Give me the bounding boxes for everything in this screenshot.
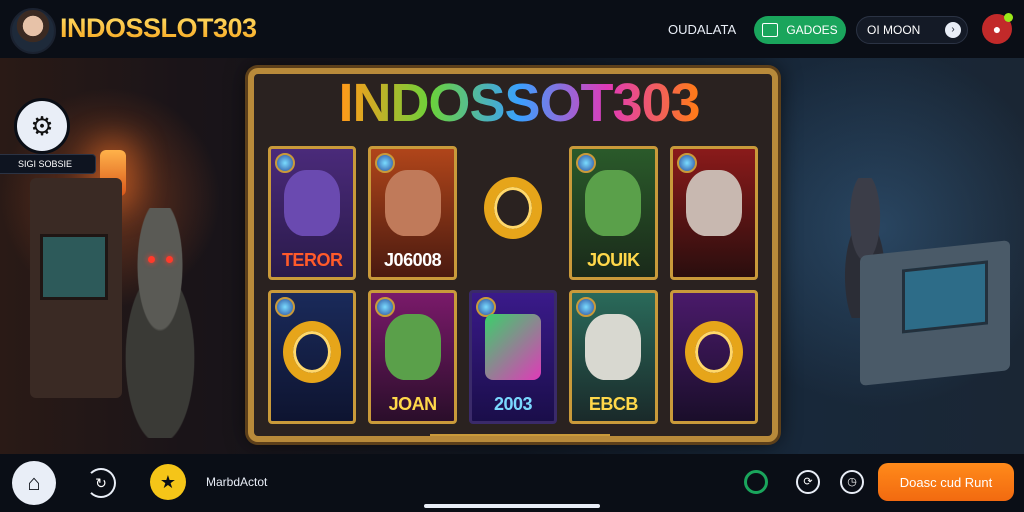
brand-title: INDOSSLOT303 [60, 13, 257, 43]
green-action-label: GADOES [786, 23, 838, 37]
monster-icon [585, 169, 642, 236]
bell-icon: ● [992, 21, 1002, 37]
user-avatar[interactable] [10, 8, 56, 54]
gem-icon [676, 153, 697, 173]
clock-icon[interactable]: ◷ [840, 470, 864, 494]
home-indicator [424, 504, 600, 508]
gem-icon [576, 297, 597, 317]
tile-caption: 2003 [493, 394, 533, 414]
tile-caption: JOUIK [587, 250, 640, 270]
reel-tile [268, 290, 357, 424]
side-label[interactable]: SIGI SOBSIE [0, 154, 96, 174]
shield-icon: ★ [159, 472, 177, 492]
notification-dot [1004, 13, 1013, 22]
arcade-machine-right [860, 240, 1010, 386]
reel-tile [669, 290, 758, 424]
top-bar: INDOSSLOT303 OUDALATA GADOES OI MOON › ● [0, 0, 1024, 58]
home-icon: ⌂ [27, 470, 41, 495]
arcade-screen [40, 234, 108, 300]
reel-tile: EBCB [569, 290, 658, 424]
gem-icon [275, 153, 295, 173]
tile-caption: J06008 [384, 250, 442, 270]
chevron-icon: › [945, 22, 961, 38]
slot-machine-frame: INDOSSOT303 TEROR J06008 JOUIK JOAN 2003… [248, 68, 778, 442]
tile-caption: JOAN [388, 394, 438, 414]
settings-button[interactable]: ⚙ [14, 98, 70, 154]
wallet-icon [762, 23, 779, 37]
top-nav-link[interactable]: OUDALATA [668, 22, 736, 37]
reel-tile: JOAN [368, 290, 457, 424]
game-title: INDOSSOT303 [254, 72, 784, 134]
tile-caption: EBCB [588, 394, 639, 414]
bottom-label[interactable]: MarbdActot [206, 475, 267, 489]
monster-icon [384, 313, 441, 380]
notifications-button[interactable]: ● [982, 13, 1013, 44]
coin-icon [283, 320, 342, 383]
gem-icon [375, 297, 396, 317]
refresh-button[interactable]: ↻ [86, 468, 116, 498]
gear-icon: ⚙ [30, 110, 54, 141]
reel-tile: 2003 [468, 290, 558, 424]
zombie-figure-left [100, 208, 220, 438]
coin-icon [684, 320, 743, 383]
reel-tile: J06008 [368, 146, 457, 280]
reel-tile: JOUIK [569, 146, 658, 280]
game-stage: ⚙ SIGI SOBSIE INDOSSOT303 TEROR J06008 J… [0, 58, 1024, 454]
coin-icon [483, 176, 542, 239]
reel-tile: TEROR [268, 146, 357, 280]
zombie-eye [166, 256, 173, 263]
bottom-bar: ⌂ ↻ ★ MarbdActot ⟳ ◷ Doasc cud Runt [0, 454, 1024, 512]
zombie-eye [148, 256, 155, 263]
gem-icon [576, 153, 597, 173]
reel-tile [669, 146, 758, 280]
monster-icon [585, 313, 642, 380]
frame-handle [430, 434, 610, 448]
monster-icon [284, 169, 341, 236]
reel-tile [469, 146, 557, 280]
monster-icon [685, 169, 742, 236]
sync-icon[interactable] [744, 470, 768, 494]
green-action-button[interactable]: GADOES [754, 16, 846, 44]
gem-icon [375, 153, 396, 173]
symbol-icon [484, 313, 541, 380]
cta-button[interactable]: Doasc cud Runt [878, 463, 1014, 501]
tile-caption: TEROR [281, 250, 343, 270]
gem-icon [275, 297, 295, 317]
bonus-button[interactable]: ★ [150, 464, 186, 500]
refresh-icon: ↻ [95, 475, 107, 491]
arcade-screen [902, 260, 988, 334]
reel-grid[interactable]: TEROR J06008 JOUIK JOAN 2003 EBCB [268, 146, 758, 424]
home-button[interactable]: ⌂ [12, 461, 56, 505]
speed-icon[interactable]: ⟳ [796, 470, 820, 494]
balance-pill-label: OI MOON [867, 23, 921, 37]
balance-pill[interactable]: OI MOON › [856, 16, 968, 44]
monster-icon [384, 169, 441, 236]
